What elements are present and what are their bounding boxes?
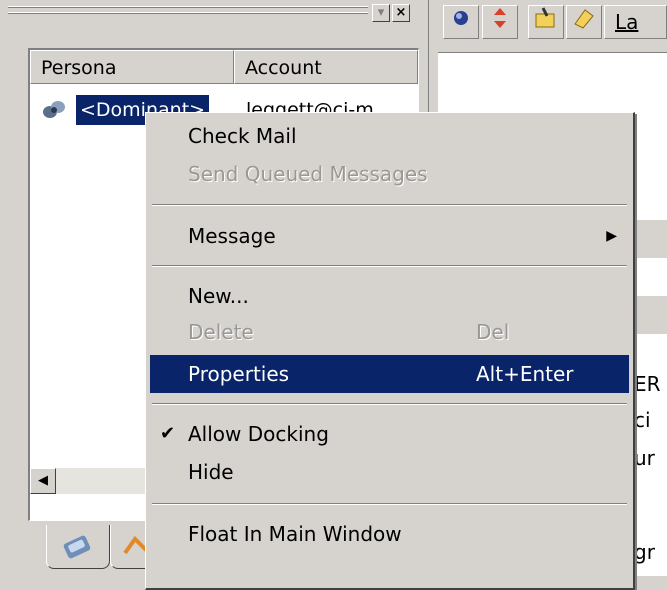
close-icon: × [395, 5, 407, 20]
menu-separator [152, 265, 627, 267]
toolbar-button-3[interactable] [528, 5, 564, 39]
menu-item-message[interactable]: Message ▶ [150, 217, 629, 255]
menu-item-new[interactable]: New... [150, 277, 629, 315]
panel-grip-line [8, 12, 368, 14]
persona-icon [40, 98, 68, 122]
menu-item-properties[interactable]: Properties Alt+Enter [150, 355, 629, 393]
menu-item-float-in-main-window[interactable]: Float In Main Window [150, 515, 629, 553]
preview-fragment: gr [634, 540, 655, 564]
toolbar-button-1[interactable] [443, 5, 479, 39]
menu-item-check-mail[interactable]: Check Mail [150, 117, 629, 155]
tab-personas[interactable] [46, 525, 110, 569]
scroll-left-button[interactable]: ◀ [30, 468, 56, 494]
personas-tab-icon [61, 531, 95, 565]
chevron-down-icon: ▾ [377, 5, 385, 20]
column-header-account[interactable]: Account [234, 50, 418, 84]
arrow-left-icon: ◀ [38, 473, 48, 488]
checkmark-icon: ✔ [160, 423, 176, 444]
menu-item-delete: Delete Del [188, 320, 510, 344]
priority-arrows-icon [491, 8, 509, 35]
toolbar-label-button[interactable]: La [604, 5, 667, 39]
menu-item-send-queued: Send Queued Messages [188, 162, 428, 186]
column-header-persona[interactable]: Persona [30, 50, 234, 84]
mail-label-icon [533, 7, 559, 35]
close-button[interactable]: × [392, 4, 410, 22]
toolbar-button-4[interactable] [566, 5, 602, 39]
menu-item-hide[interactable]: Hide [150, 453, 629, 491]
tag-icon [571, 9, 597, 35]
menu-separator [152, 204, 627, 206]
submenu-arrow-icon: ▶ [606, 228, 617, 244]
preview-fragment: ur [634, 446, 655, 470]
preview-fragment: ER [634, 372, 661, 396]
menu-separator [152, 503, 627, 505]
menu-item-allow-docking[interactable]: ✔ Allow Docking [150, 415, 629, 453]
restore-button[interactable]: ▾ [372, 4, 390, 22]
toolbar-button-2[interactable] [482, 5, 518, 39]
preview-fragment: ci [634, 408, 651, 432]
menu-separator [152, 403, 627, 405]
panel-grip[interactable] [8, 6, 368, 8]
context-menu: Check Mail Send Queued Messages Message … [145, 112, 635, 590]
sphere-icon [452, 11, 470, 32]
